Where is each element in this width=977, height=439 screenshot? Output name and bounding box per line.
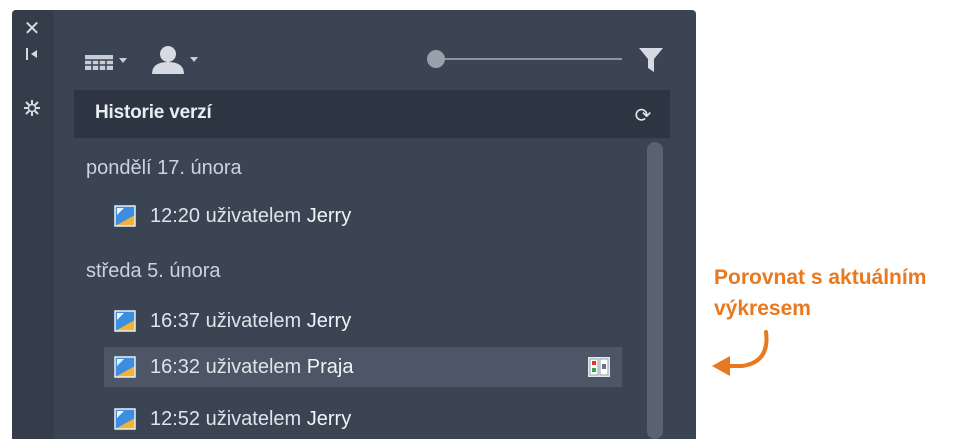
palette-side-strip [12,10,54,439]
version-time-label: 16:37 uživatelem [150,309,302,332]
version-author: Jerry [306,407,352,430]
drawing-file-icon [114,356,136,378]
version-entry-selected[interactable]: 16:32 uživatelem Praja [104,347,622,387]
date-group-label: pondělí 17. února [86,157,242,179]
version-list [74,138,644,439]
close-icon[interactable]: ✕ [22,16,42,40]
compare-with-current-icon[interactable] [588,357,610,377]
version-entry[interactable]: 12:52 uživatelem Jerry [104,399,622,439]
compare-callout: Porovnat s aktuálním výkresem [714,262,976,324]
version-author: Jerry [306,204,352,227]
version-author: Jerry [306,309,352,332]
callout-line-1: Porovnat s aktuálním [714,266,927,289]
version-time-label: 12:20 uživatelem [150,204,302,227]
version-author: Praja [306,355,354,378]
date-group-label: středa 5. února [86,260,221,282]
scrollbar-thumb[interactable] [647,142,663,439]
callout-line-2: výkresem [714,297,811,320]
version-time-label: 12:52 uživatelem [150,407,302,430]
filter-icon[interactable] [638,46,664,79]
collapse-icon[interactable] [22,44,42,64]
version-entry[interactable]: 12:20 uživatelem Jerry [104,196,622,236]
version-entry[interactable]: 16:37 uživatelem Jerry [104,301,622,341]
callout-arrow-icon [712,330,769,376]
settings-icon[interactable] [22,98,42,118]
drawing-file-icon [114,205,136,227]
user-icon[interactable] [150,44,204,81]
refresh-icon[interactable]: ⟳ [632,104,654,126]
drawing-file-icon [114,408,136,430]
version-time-label: 16:32 uživatelem [150,355,302,378]
panel-title: Historie verzí [95,102,212,123]
grid-view-icon[interactable] [84,52,132,77]
history-slider[interactable] [426,48,626,77]
drawing-file-icon [114,310,136,332]
